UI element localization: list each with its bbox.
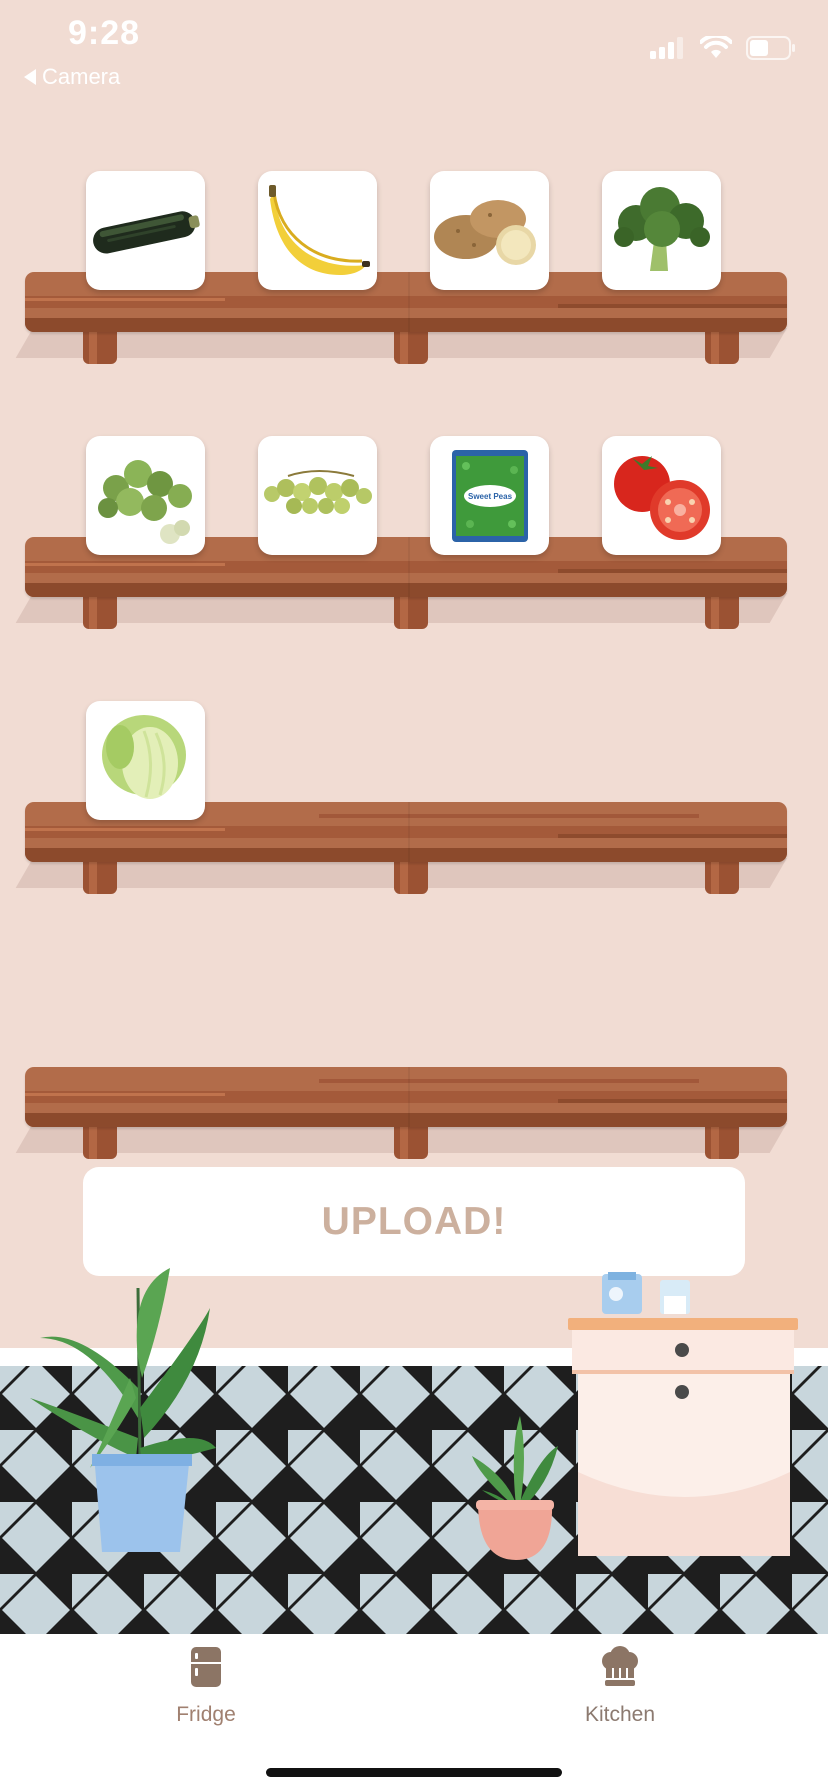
item-card-banana[interactable] xyxy=(258,171,377,290)
shelf-board xyxy=(25,1067,787,1127)
item-card-green-grapes[interactable] xyxy=(258,436,377,555)
back-arrow-icon xyxy=(24,69,36,85)
tab-kitchen[interactable]: Kitchen xyxy=(520,1646,720,1727)
shelf-leg xyxy=(83,330,117,364)
chef-hat-icon xyxy=(602,1646,638,1686)
shelf-leg xyxy=(705,860,739,894)
fridge-screen: 9:28 Camera Sweet Peas UPLOAD! Fridge Ki… xyxy=(0,0,828,1792)
fridge-icon xyxy=(191,1647,221,1687)
tab-fridge-label: Fridge xyxy=(176,1703,236,1726)
item-card-broccoli[interactable] xyxy=(602,171,721,290)
back-link-label: Camera xyxy=(42,64,121,89)
shelf-leg xyxy=(705,595,739,629)
item-card-brussels-sprouts[interactable] xyxy=(86,436,205,555)
shelf-leg xyxy=(83,1125,117,1159)
frozen-sweet-peas-image: Sweet Peas xyxy=(452,450,528,542)
shelf-leg xyxy=(394,860,428,894)
shelf-leg xyxy=(394,330,428,364)
broccoli-image xyxy=(614,187,710,271)
item-card-potatoes[interactable] xyxy=(430,171,549,290)
green-grapes-image xyxy=(264,470,372,514)
item-card-frozen-sweet-peas[interactable]: Sweet Peas xyxy=(430,436,549,555)
battery-icon xyxy=(746,36,795,60)
status-time: 9:28 xyxy=(68,14,141,52)
home-indicator xyxy=(266,1768,562,1777)
tab-fridge[interactable]: Fridge xyxy=(106,1646,306,1727)
shelf-leg xyxy=(83,860,117,894)
shelf-leg xyxy=(394,1125,428,1159)
upload-button[interactable]: UPLOAD! xyxy=(83,1167,745,1276)
banana-image xyxy=(269,185,370,275)
shelf-leg xyxy=(705,330,739,364)
brussels-sprouts-image xyxy=(98,460,192,544)
shelf-leg xyxy=(394,595,428,629)
shelf-leg xyxy=(705,1125,739,1159)
tall-plant-illustration xyxy=(30,1268,216,1552)
wifi-icon xyxy=(700,36,732,58)
status-icons xyxy=(650,36,796,60)
cabinet-illustration xyxy=(568,1272,798,1556)
zucchini-image xyxy=(93,211,200,254)
back-to-camera-link[interactable]: Camera xyxy=(24,64,120,90)
shelf-leg xyxy=(83,595,117,629)
item-card-iceberg-lettuce[interactable] xyxy=(86,701,205,820)
item-card-zucchini[interactable] xyxy=(86,171,205,290)
tomatoes-image xyxy=(614,456,710,540)
item-card-tomatoes[interactable] xyxy=(602,436,721,555)
small-plant-illustration xyxy=(472,1416,558,1560)
potatoes-image xyxy=(434,200,536,265)
sweet-peas-label: Sweet Peas xyxy=(468,492,513,501)
tab-kitchen-label: Kitchen xyxy=(584,1703,656,1726)
iceberg-lettuce-image xyxy=(102,715,186,799)
cellular-signal-icon xyxy=(650,37,683,59)
